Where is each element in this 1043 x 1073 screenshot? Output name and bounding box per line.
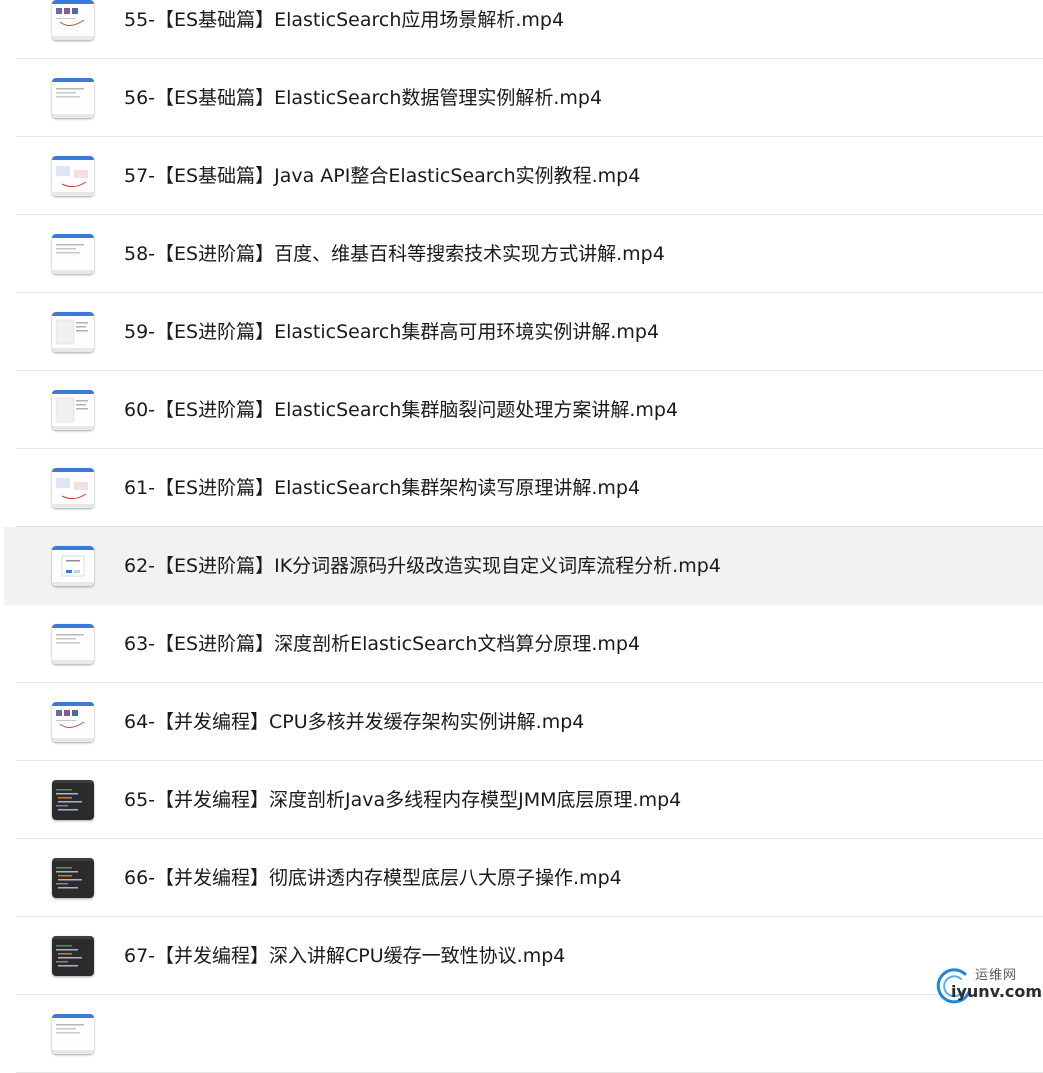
watermark: 运维网 iyunv.com — [935, 964, 1042, 1008]
file-row[interactable]: 61-【ES进阶篇】ElasticSearch集群架构读写原理讲解.mp4 — [16, 449, 1043, 527]
file-name: 57-【ES基础篇】Java API整合ElasticSearch实例教程.mp… — [124, 165, 641, 187]
video-thumbnail — [52, 312, 94, 352]
file-name: 63-【ES进阶篇】深度剖析ElasticSearch文档算分原理.mp4 — [124, 633, 641, 655]
file-row[interactable]: 57-【ES基础篇】Java API整合ElasticSearch实例教程.mp… — [16, 137, 1043, 215]
file-name: 66-【并发编程】彻底讲透内存模型底层八大原子操作.mp4 — [124, 867, 622, 889]
video-thumbnail — [52, 546, 94, 586]
watermark-top-text: 运维网 — [975, 968, 1018, 983]
file-name: 62-【ES进阶篇】IK分词器源码升级改造实现自定义词库流程分析.mp4 — [124, 555, 721, 577]
file-row[interactable]: 58-【ES进阶篇】百度、维基百科等搜索技术实现方式讲解.mp4 — [16, 215, 1043, 293]
file-row[interactable]: 56-【ES基础篇】ElasticSearch数据管理实例解析.mp4 — [16, 59, 1043, 137]
video-thumbnail — [52, 936, 94, 976]
file-row[interactable]: 67-【并发编程】深入讲解CPU缓存一致性协议.mp4 — [16, 917, 1043, 995]
file-list: 55-【ES基础篇】ElasticSearch应用场景解析.mp4 56-【ES基… — [0, 0, 1043, 1073]
video-thumbnail — [52, 0, 94, 40]
file-row[interactable]: 65-【并发编程】深度剖析Java多线程内存模型JMM底层原理.mp4 — [16, 761, 1043, 839]
video-thumbnail — [52, 780, 94, 820]
file-name: 60-【ES进阶篇】ElasticSearch集群脑裂问题处理方案讲解.mp4 — [124, 399, 679, 421]
video-thumbnail — [52, 858, 94, 898]
video-thumbnail — [52, 702, 94, 742]
file-row[interactable]: 64-【并发编程】CPU多核并发缓存架构实例讲解.mp4 — [16, 683, 1043, 761]
file-name: 59-【ES进阶篇】ElasticSearch集群高可用环境实例讲解.mp4 — [124, 321, 660, 343]
video-thumbnail — [52, 156, 94, 196]
file-name: 64-【并发编程】CPU多核并发缓存架构实例讲解.mp4 — [124, 711, 585, 733]
file-name: 67-【并发编程】深入讲解CPU缓存一致性协议.mp4 — [124, 945, 566, 967]
file-row[interactable] — [16, 995, 1043, 1073]
file-row[interactable]: 60-【ES进阶篇】ElasticSearch集群脑裂问题处理方案讲解.mp4 — [16, 371, 1043, 449]
watermark-bottom-text: iyunv.com — [951, 982, 1043, 1001]
video-thumbnail — [52, 1014, 94, 1054]
file-name: 58-【ES进阶篇】百度、维基百科等搜索技术实现方式讲解.mp4 — [124, 243, 665, 265]
file-row[interactable]: 62-【ES进阶篇】IK分词器源码升级改造实现自定义词库流程分析.mp4 — [4, 527, 1043, 605]
video-thumbnail — [52, 468, 94, 508]
video-thumbnail — [52, 624, 94, 664]
file-name: 55-【ES基础篇】ElasticSearch应用场景解析.mp4 — [124, 9, 565, 31]
video-thumbnail — [52, 78, 94, 118]
file-row[interactable]: 66-【并发编程】彻底讲透内存模型底层八大原子操作.mp4 — [16, 839, 1043, 917]
video-thumbnail — [52, 390, 94, 430]
video-thumbnail — [52, 234, 94, 274]
file-row[interactable]: 59-【ES进阶篇】ElasticSearch集群高可用环境实例讲解.mp4 — [16, 293, 1043, 371]
file-row[interactable]: 55-【ES基础篇】ElasticSearch应用场景解析.mp4 — [16, 0, 1043, 59]
file-name: 65-【并发编程】深度剖析Java多线程内存模型JMM底层原理.mp4 — [124, 789, 682, 811]
file-row[interactable]: 63-【ES进阶篇】深度剖析ElasticSearch文档算分原理.mp4 — [16, 605, 1043, 683]
file-name: 61-【ES进阶篇】ElasticSearch集群架构读写原理讲解.mp4 — [124, 477, 641, 499]
file-name: 56-【ES基础篇】ElasticSearch数据管理实例解析.mp4 — [124, 87, 603, 109]
